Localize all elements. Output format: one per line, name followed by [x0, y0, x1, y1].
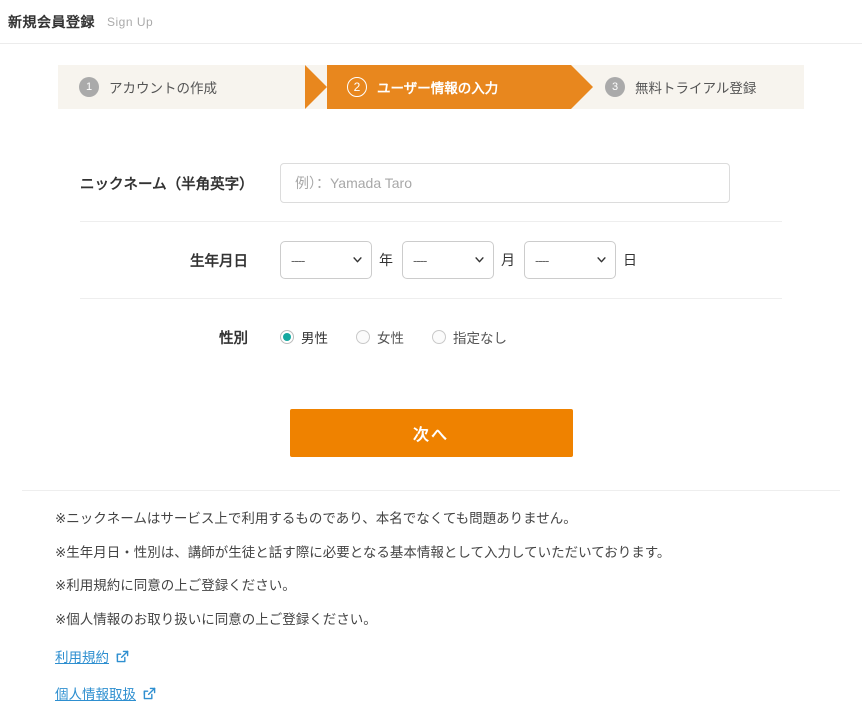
form-row-gender: 性別 男性 女性 指定なし — [80, 299, 782, 375]
birth-day-select[interactable]: ---- — [524, 241, 616, 279]
external-link-icon — [143, 687, 156, 699]
gender-option-unspecified[interactable]: 指定なし — [432, 327, 507, 347]
signup-form: ニックネーム（半角英字） 生年月日 ---- 年 ---- — [80, 145, 782, 457]
gender-option-male-label: 男性 — [301, 331, 328, 346]
gender-option-female[interactable]: 女性 — [356, 327, 404, 347]
birth-month-select[interactable]: ---- — [402, 241, 494, 279]
birthdate-label: 生年月日 — [190, 253, 248, 270]
privacy-link[interactable]: 個人情報取扱 — [55, 683, 862, 703]
step-label-3: 無料トライアル登録 — [635, 81, 757, 96]
step-label-1: アカウントの作成 — [109, 81, 217, 96]
nickname-label: ニックネーム（半角英字） — [80, 176, 254, 193]
radio-icon — [356, 330, 370, 344]
radio-icon — [432, 330, 446, 344]
page-header: 新規会員登録 Sign Up — [0, 0, 862, 44]
external-link-icon — [116, 650, 129, 662]
terms-link[interactable]: 利用規約 — [55, 646, 862, 666]
birth-day-suffix: 日 — [623, 252, 637, 268]
chevron-down-icon — [475, 257, 484, 263]
step-badge-3: 3 — [605, 77, 625, 97]
gender-label: 性別 — [219, 330, 248, 347]
chevron-down-icon — [353, 257, 362, 263]
privacy-link-label: 個人情報取扱 — [55, 687, 136, 702]
submit-row: 次へ — [80, 409, 782, 457]
step-badge-2: 2 — [347, 77, 367, 97]
gender-option-male[interactable]: 男性 — [280, 327, 328, 347]
form-row-birthdate: 生年月日 ---- 年 ---- 月 ---- 日 — [80, 222, 782, 299]
step-item-2: 2 ユーザー情報の入力 — [305, 65, 593, 109]
radio-icon-checked — [280, 330, 294, 344]
gender-option-unspecified-label: 指定なし — [453, 331, 507, 346]
footer-links: 利用規約 個人情報取扱 — [55, 646, 862, 703]
note-item: ※ニックネームはサービス上で利用するものであり、本名でなくても問題ありません。 — [55, 511, 577, 526]
step-item-3: 3 無料トライアル登録 — [571, 65, 756, 109]
birth-year-select[interactable]: ---- — [280, 241, 372, 279]
note-item: ※利用規約に同意の上ご登録ください。 — [55, 578, 296, 593]
birth-month-value: ---- — [413, 252, 427, 268]
gender-option-female-label: 女性 — [377, 331, 404, 346]
chevron-down-icon — [597, 257, 606, 263]
form-row-nickname: ニックネーム（半角英字） — [80, 145, 782, 222]
page-subtitle: Sign Up — [107, 14, 154, 29]
step-item-1: 1 アカウントの作成 — [58, 65, 305, 109]
notes-divider — [22, 490, 840, 491]
birth-day-value: ---- — [535, 252, 549, 268]
note-item: ※生年月日・性別は、講師が生徒と話す際に必要となる基本情報として入力していただい… — [55, 544, 671, 560]
next-button[interactable]: 次へ — [289, 409, 573, 457]
note-item: ※個人情報のお取り扱いに同意の上ご登録ください。 — [55, 611, 377, 627]
nickname-input[interactable] — [280, 163, 730, 203]
birth-month-suffix: 月 — [501, 252, 515, 268]
page-title: 新規会員登録 — [8, 13, 95, 30]
step-badge-1: 1 — [79, 77, 99, 97]
birth-year-value: ---- — [291, 252, 305, 268]
terms-link-label: 利用規約 — [55, 650, 109, 665]
notes-list: ※ニックネームはサービス上で利用するものであり、本名でなくても問題ありません。 … — [55, 512, 862, 626]
step-label-2: ユーザー情報の入力 — [377, 81, 499, 96]
signup-stepper: 1 アカウントの作成 2 ユーザー情報の入力 3 無料トライアル登録 — [0, 44, 862, 109]
birth-year-suffix: 年 — [379, 252, 393, 268]
